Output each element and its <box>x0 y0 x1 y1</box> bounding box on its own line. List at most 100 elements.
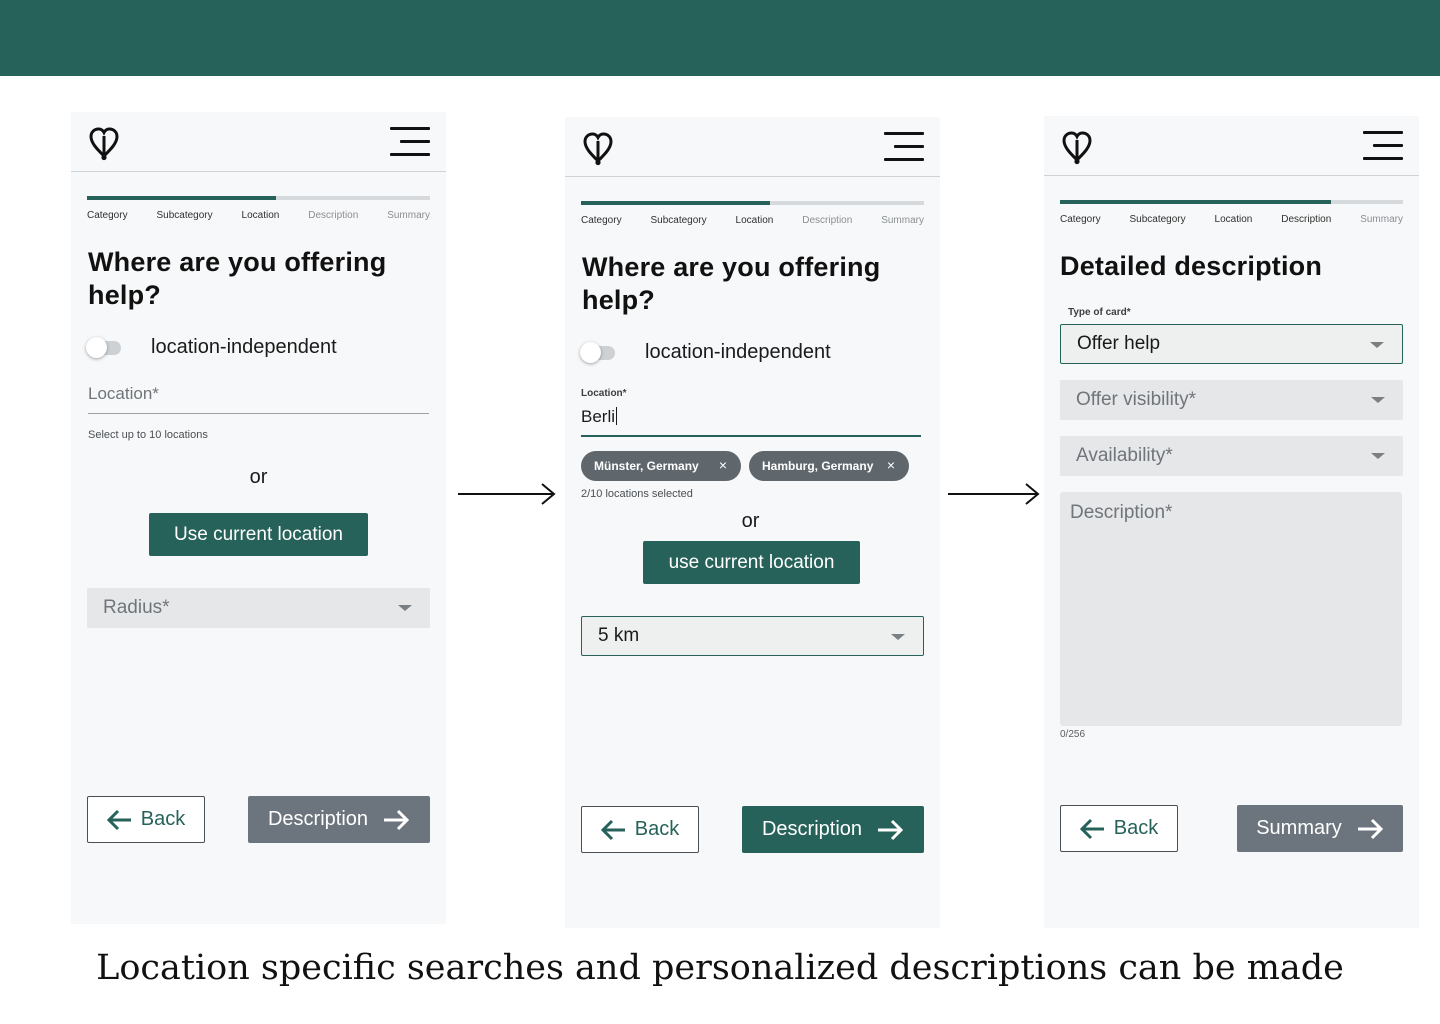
use-current-location-button[interactable]: Use current location <box>149 513 368 556</box>
step-description: Description <box>1281 214 1332 225</box>
location-chip-hamburg[interactable]: Hamburg, Germany × <box>749 451 909 481</box>
top-banner <box>0 0 1440 76</box>
page-title: Where are you offering help? <box>88 247 387 310</box>
back-label: Back <box>1113 817 1159 839</box>
hamburger-menu-icon[interactable] <box>1363 131 1403 161</box>
location-independent-row: location-independent <box>86 336 337 359</box>
location-label: Location* <box>581 388 627 399</box>
type-of-card-value: Offer help <box>1077 333 1161 354</box>
availability-select[interactable]: Availability* <box>1060 436 1403 476</box>
hamburger-menu-icon[interactable] <box>884 132 924 162</box>
flow-arrow-icon <box>458 482 556 506</box>
or-separator: or <box>249 466 268 488</box>
radius-placeholder: Radius* <box>103 597 170 618</box>
step-summary: Summary <box>1360 214 1403 225</box>
flow-arrow-icon <box>948 482 1040 506</box>
progress-fill <box>1060 200 1331 204</box>
step-subcategory: Subcategory <box>156 210 213 221</box>
location-value: Berli <box>581 407 616 426</box>
type-of-card-select[interactable]: Offer help <box>1060 324 1403 364</box>
location-input[interactable]: Location* <box>88 384 429 414</box>
location-independent-row: location-independent <box>580 341 831 364</box>
chevron-down-icon <box>1371 397 1385 403</box>
next-description-button[interactable]: Description <box>248 796 430 843</box>
progress-fill <box>581 201 770 205</box>
hamburger-menu-icon[interactable] <box>390 127 430 157</box>
toggle-knob <box>86 336 107 358</box>
chevron-down-icon <box>1371 453 1385 459</box>
radius-select[interactable]: 5 km <box>581 616 924 656</box>
app-header <box>565 117 940 177</box>
next-description-button[interactable]: Description <box>742 806 924 853</box>
toggle-knob <box>580 341 601 363</box>
arrow-right-icon <box>878 819 904 840</box>
step-summary: Summary <box>387 210 430 221</box>
step-category: Category <box>1060 214 1101 225</box>
chevron-down-icon <box>398 605 412 611</box>
next-label: Description <box>267 808 369 830</box>
progress-fill <box>87 196 276 200</box>
offer-visibility-select[interactable]: Offer visibility* <box>1060 380 1403 420</box>
step-category: Category <box>581 215 622 226</box>
back-label: Back <box>140 808 186 830</box>
step-description: Description <box>802 215 853 226</box>
back-label: Back <box>634 818 680 840</box>
type-of-card-label: Type of card* <box>1068 307 1131 318</box>
chip-label: Münster, Germany <box>594 459 699 473</box>
progress-bar <box>87 196 430 200</box>
back-button[interactable]: Back <box>87 796 205 843</box>
heart-pin-logo-icon[interactable] <box>582 131 614 167</box>
location-hint: Select up to 10 locations <box>88 429 208 441</box>
toggle-label: location-independent <box>151 336 337 358</box>
location-chip-munster[interactable]: Münster, Germany × <box>581 451 741 481</box>
close-icon[interactable]: × <box>719 457 727 473</box>
progress-bar <box>1060 200 1403 204</box>
step-description: Description <box>308 210 359 221</box>
description-textarea[interactable]: Description* <box>1060 492 1402 726</box>
use-current-location-button[interactable]: use current location <box>643 541 860 584</box>
arrow-left-icon <box>106 809 131 830</box>
location-input[interactable]: Berli <box>581 407 618 427</box>
offer-visibility-placeholder: Offer visibility* <box>1076 389 1197 410</box>
step-subcategory: Subcategory <box>1129 214 1186 225</box>
app-header <box>1044 116 1419 176</box>
chevron-down-icon <box>1370 342 1384 348</box>
heart-pin-logo-icon[interactable] <box>1061 130 1093 166</box>
screen-description: Category Subcategory Location Descriptio… <box>1044 116 1419 928</box>
screen-location-empty: Category Subcategory Location Descriptio… <box>71 112 446 924</box>
close-icon[interactable]: × <box>887 457 895 473</box>
arrow-left-icon <box>1079 818 1104 839</box>
location-independent-toggle[interactable] <box>86 336 121 358</box>
next-summary-button[interactable]: Summary <box>1237 805 1403 852</box>
or-separator: or <box>741 510 760 532</box>
heart-pin-logo-icon[interactable] <box>88 126 120 162</box>
chevron-down-icon <box>891 634 905 640</box>
toggle-label: location-independent <box>645 341 831 363</box>
step-summary: Summary <box>881 215 924 226</box>
arrow-right-icon <box>1357 818 1383 839</box>
app-header <box>71 112 446 172</box>
back-button[interactable]: Back <box>581 806 699 853</box>
availability-placeholder: Availability* <box>1076 445 1173 466</box>
location-placeholder: Location* <box>88 384 159 403</box>
step-location: Location <box>241 210 280 221</box>
page-title: Where are you offering help? <box>582 252 881 315</box>
step-labels: Category Subcategory Location Descriptio… <box>1060 214 1403 225</box>
screen-location-filled: Category Subcategory Location Descriptio… <box>565 117 940 928</box>
step-location: Location <box>735 215 774 226</box>
description-placeholder: Description* <box>1070 502 1173 523</box>
arrow-left-icon <box>600 819 625 840</box>
step-location: Location <box>1214 214 1253 225</box>
page-title: Detailed description <box>1060 251 1323 281</box>
location-input-underline <box>581 435 921 437</box>
back-button[interactable]: Back <box>1060 805 1178 852</box>
next-label: Summary <box>1256 817 1342 839</box>
radius-select[interactable]: Radius* <box>87 588 430 628</box>
step-subcategory: Subcategory <box>650 215 707 226</box>
caption: Location specific searches and personali… <box>96 948 1344 988</box>
location-independent-toggle[interactable] <box>580 341 615 363</box>
character-counter: 0/256 <box>1060 729 1086 740</box>
next-label: Description <box>761 818 863 840</box>
radius-value: 5 km <box>598 625 640 646</box>
progress-bar <box>581 201 924 205</box>
